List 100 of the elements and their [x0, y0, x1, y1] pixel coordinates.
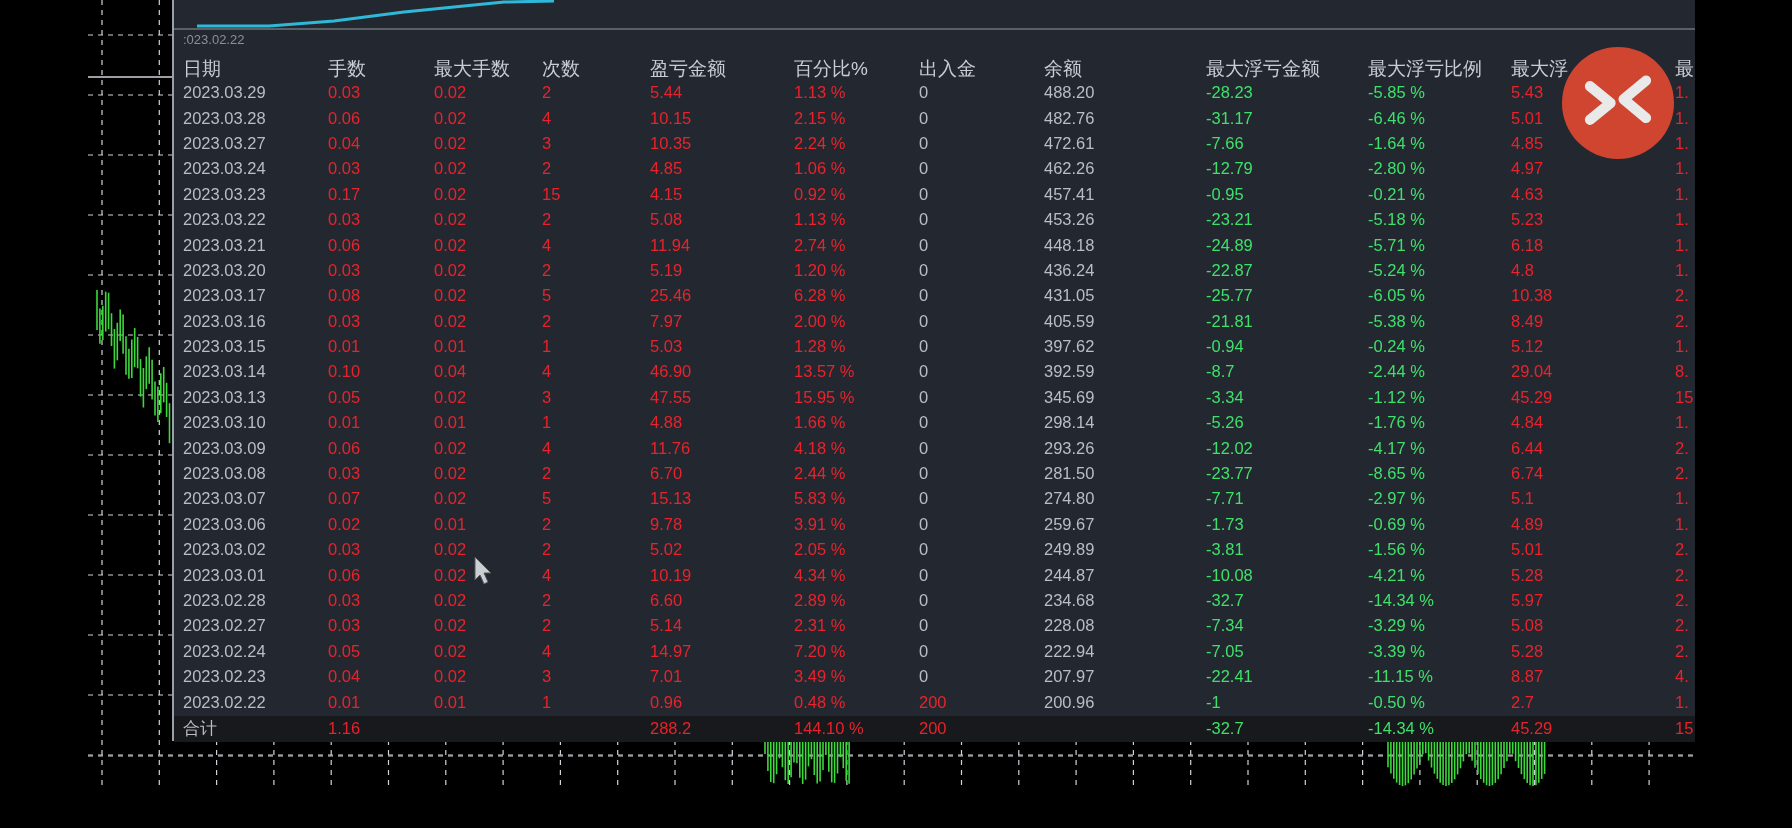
- table-cell: -6.46 %: [1368, 108, 1425, 128]
- table-cell: 0.02: [434, 464, 467, 484]
- table-cell: 0.01: [328, 413, 361, 433]
- table-cell: -0.50 %: [1368, 692, 1425, 712]
- table-cell: 6.74: [1511, 464, 1544, 484]
- table-cell: 13.57 %: [794, 362, 855, 382]
- table-cell: 15: [1675, 387, 1694, 407]
- table-cell: 3: [542, 667, 552, 687]
- table-cell: 0.03: [328, 210, 361, 230]
- table-cell: 2023.03.14: [183, 362, 266, 382]
- table-cell: -1.56 %: [1368, 540, 1425, 560]
- table-cell: 0: [919, 438, 929, 458]
- table-cell: 0.01: [328, 337, 361, 357]
- table-cell: -12.02: [1206, 438, 1253, 458]
- table-cell: 6.44: [1511, 438, 1544, 458]
- table-cell: 0.04: [328, 667, 361, 687]
- table-cell: 0.02: [328, 514, 361, 534]
- table-cell: 0.05: [328, 641, 361, 661]
- table-cell: -8.7: [1206, 362, 1235, 382]
- table-cell: 2023.03.20: [183, 260, 266, 280]
- table-cell: 0.03: [328, 540, 361, 560]
- table-cell: 11.94: [650, 235, 691, 255]
- table-cell: 3.49 %: [794, 667, 846, 687]
- table-cell: 453.26: [1044, 210, 1095, 230]
- table-cell: 0.02: [434, 133, 467, 153]
- table-cell: 5.23: [1511, 210, 1544, 230]
- table-cell: 5.19: [650, 260, 683, 280]
- table-cell: -4.17 %: [1368, 438, 1425, 458]
- table-cell: 2.44 %: [794, 464, 846, 484]
- table-cell: 2023.02.23: [183, 667, 266, 687]
- table-cell: 2023.03.29: [183, 83, 266, 103]
- table-cell: 1: [542, 337, 552, 357]
- table-cell: 0: [919, 540, 929, 560]
- table-cell: 5.28: [1511, 565, 1544, 585]
- column-header: 盈亏金额: [650, 57, 726, 81]
- column-header: 百分比%: [794, 57, 868, 81]
- table-cell: 2023.03.23: [183, 184, 266, 204]
- table-cell: 6.70: [650, 464, 683, 484]
- table-cell: 1.: [1675, 235, 1689, 255]
- table-cell: 0.02: [434, 210, 467, 230]
- table-cell: 207.97: [1044, 667, 1095, 687]
- table-cell: 200.96: [1044, 692, 1095, 712]
- table-cell: 8.: [1675, 362, 1689, 382]
- table-cell: 2023.03.06: [183, 514, 266, 534]
- table-cell: 10.19: [650, 565, 692, 585]
- table-cell: 0: [919, 362, 929, 382]
- table-cell: 5.02: [650, 540, 683, 560]
- table-cell: -11.15 %: [1368, 667, 1433, 687]
- table-cell: 5.14: [650, 616, 683, 636]
- table-cell: -25.77: [1206, 286, 1253, 306]
- table-cell: 2023.03.01: [183, 565, 266, 585]
- table-cell: 0: [919, 159, 929, 179]
- table-cell: 4.84: [1511, 413, 1544, 433]
- table-cell: -1.76 %: [1368, 413, 1425, 433]
- table-cell: 4.85: [1511, 133, 1544, 153]
- table-cell: 4.85: [650, 159, 683, 179]
- table-cell: -14.34 %: [1368, 719, 1435, 739]
- table-cell: 2023.03.08: [183, 464, 266, 484]
- table-cell: 0: [919, 260, 929, 280]
- table-cell: 1.: [1675, 489, 1689, 509]
- table-cell: -5.85 %: [1368, 83, 1425, 103]
- table-cell: 2023.03.02: [183, 540, 266, 560]
- table-cell: -6.05 %: [1368, 286, 1425, 306]
- table-cell: 4.18 %: [794, 438, 846, 458]
- table-cell: 1: [542, 413, 552, 433]
- table-cell: 0.02: [434, 286, 467, 306]
- table-cell: 5.01: [1511, 540, 1544, 560]
- table-cell: 1.20 %: [794, 260, 846, 280]
- table-cell: 200: [919, 692, 947, 712]
- cursor-icon: [474, 556, 494, 586]
- table-cell: 0: [919, 108, 929, 128]
- table-cell: 1.: [1675, 83, 1689, 103]
- table-cell: 2.: [1675, 311, 1689, 331]
- table-cell: 144.10 %: [794, 719, 864, 739]
- table-cell: 4: [542, 362, 552, 382]
- table-cell: 4.15: [650, 184, 683, 204]
- table-cell: 0.02: [434, 565, 467, 585]
- table-cell: 2023.03.09: [183, 438, 266, 458]
- table-cell: 2.31 %: [794, 616, 846, 636]
- table-cell: 0.17: [328, 184, 361, 204]
- table-cell: 482.76: [1044, 108, 1095, 128]
- table-cell: 8.87: [1511, 667, 1544, 687]
- table-cell: 5.44: [650, 83, 683, 103]
- table-cell: 1.: [1675, 184, 1689, 204]
- table-cell: 345.69: [1044, 387, 1095, 407]
- table-cell: 1.: [1675, 133, 1689, 153]
- table-cell: 2023.03.15: [183, 337, 266, 357]
- table-cell: 249.89: [1044, 540, 1095, 560]
- table-cell: 0.02: [434, 311, 467, 331]
- table-cell: 0.02: [434, 83, 467, 103]
- column-header: 最大手数: [434, 57, 510, 81]
- table-cell: 0.04: [328, 133, 361, 153]
- table-cell: 1.28 %: [794, 337, 846, 357]
- table-cell: 281.50: [1044, 464, 1095, 484]
- table-cell: 259.67: [1044, 514, 1095, 534]
- table-cell: 1.: [1675, 337, 1689, 357]
- table-cell: 4.34 %: [794, 565, 846, 585]
- table-cell: 0: [919, 591, 929, 610]
- column-header: 最大浮亏金额: [1206, 57, 1320, 81]
- table-cell: 7.01: [650, 667, 683, 687]
